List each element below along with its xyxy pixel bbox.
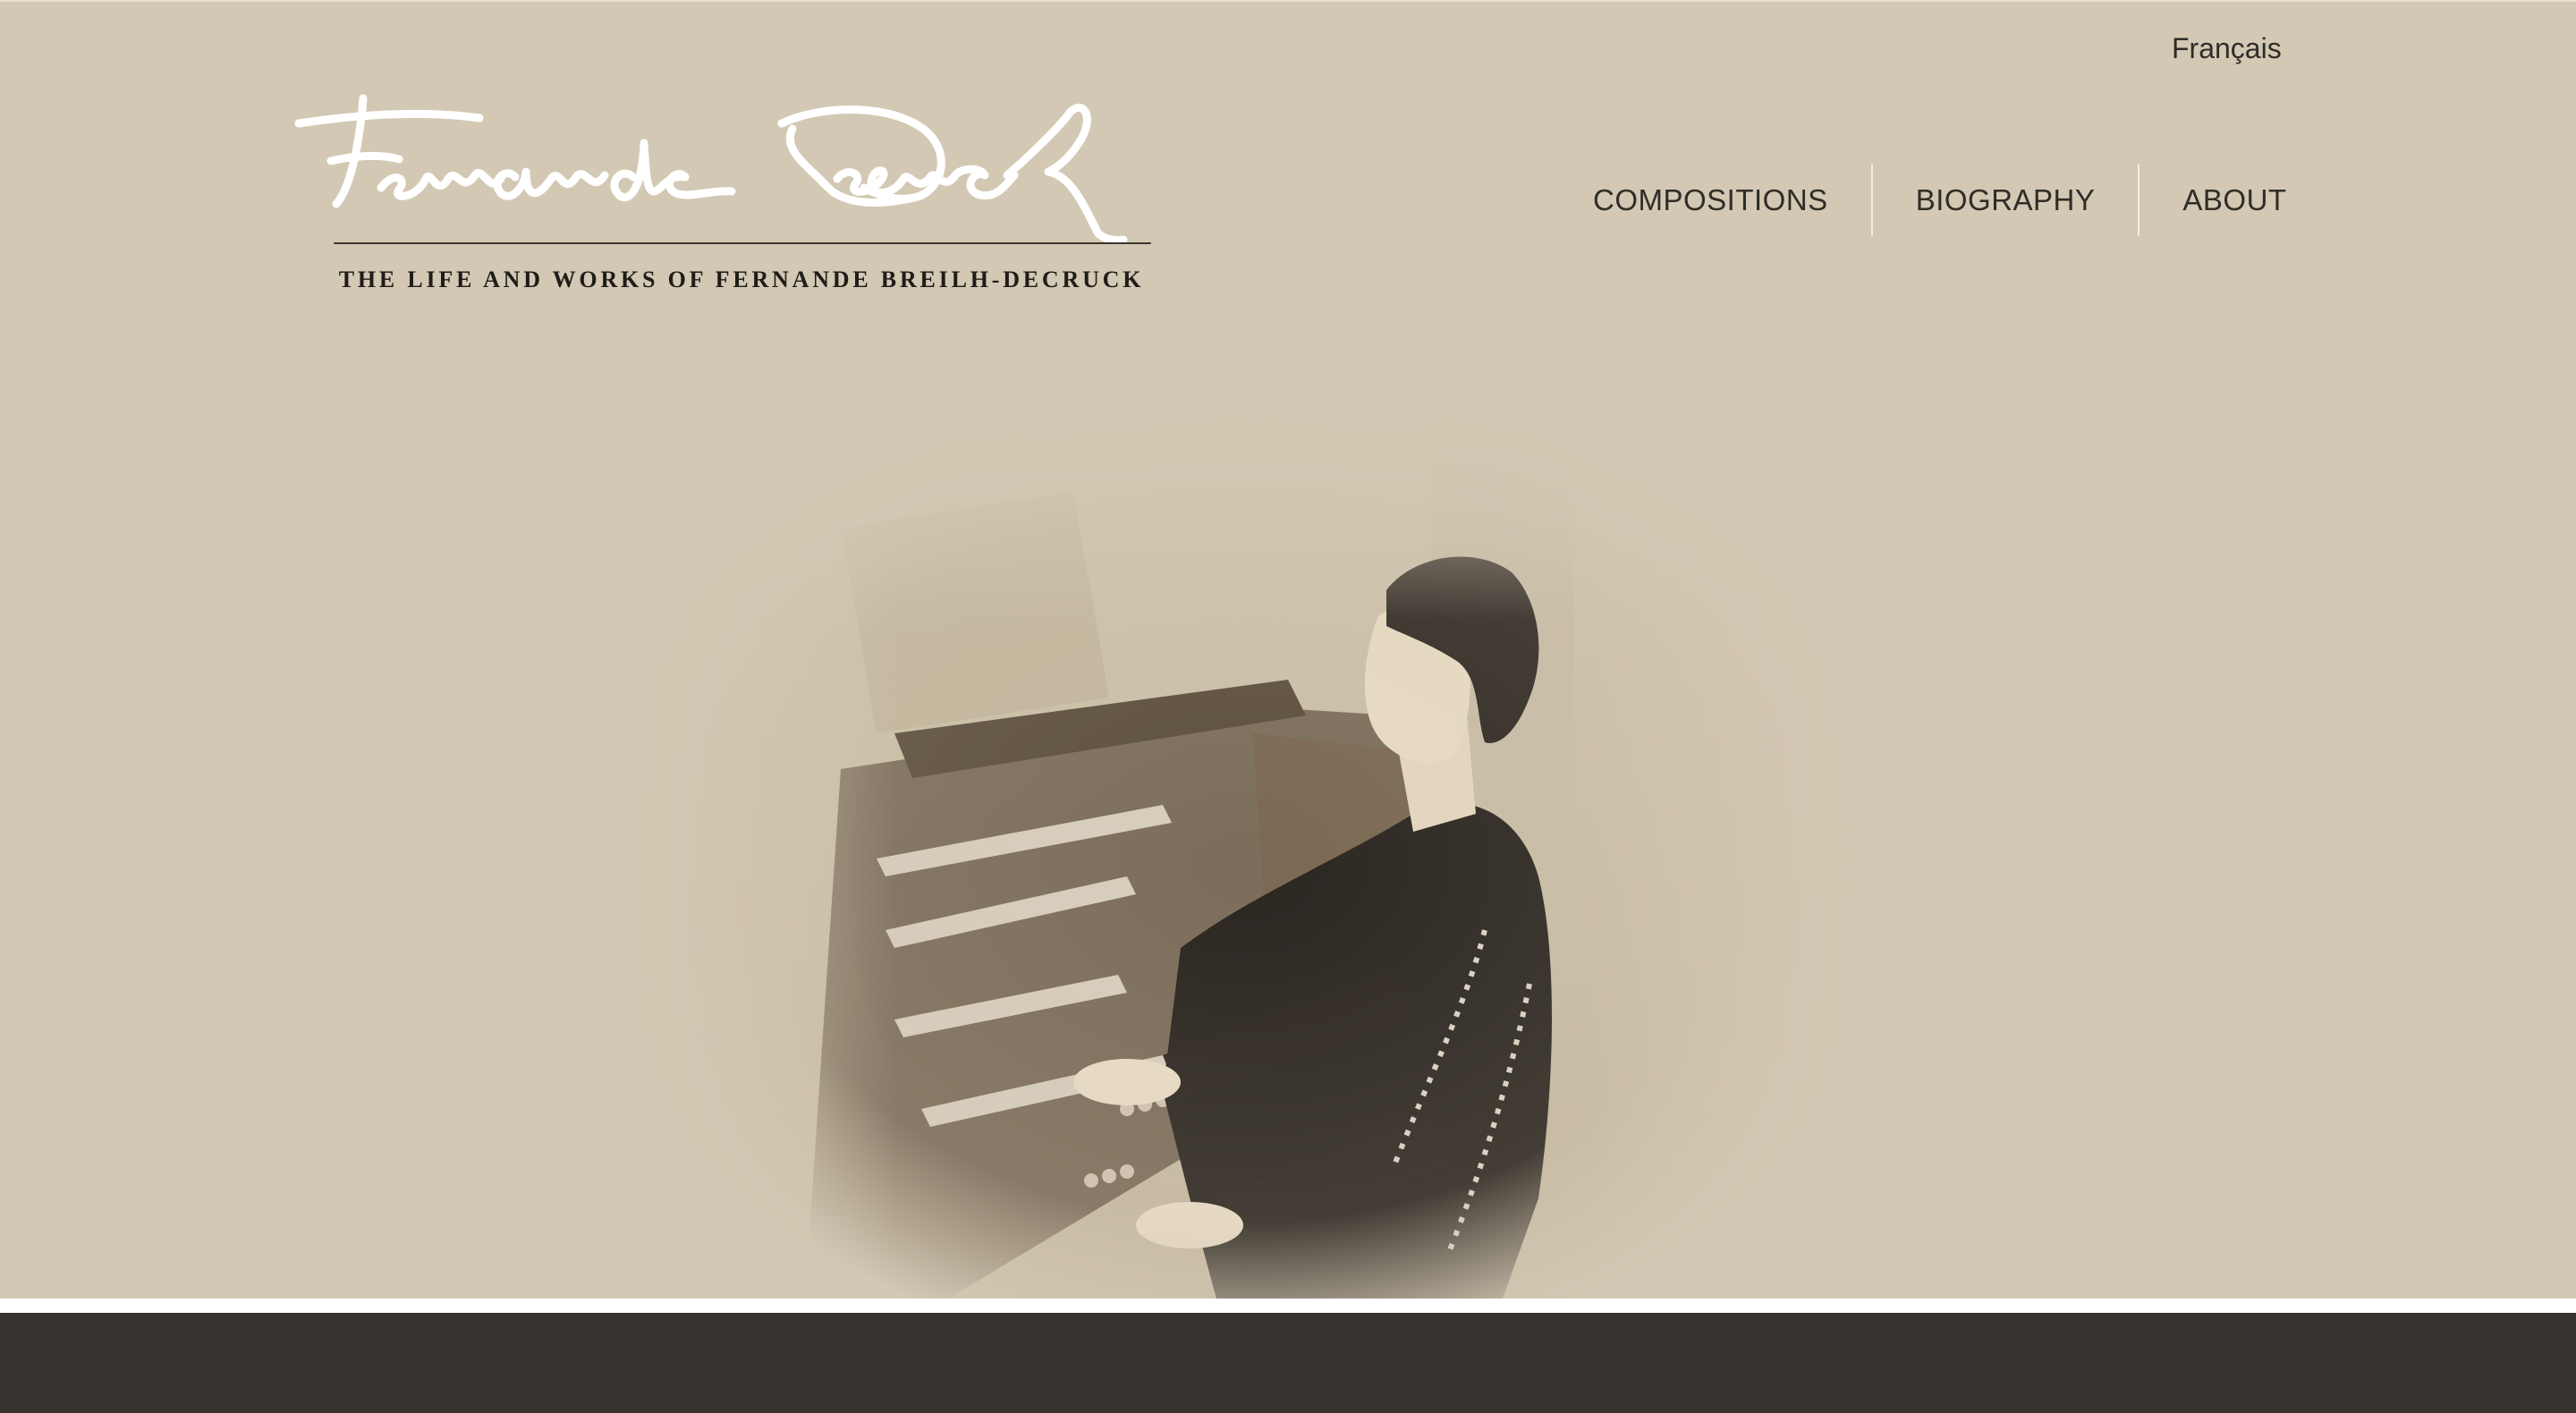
site-footer (0, 1313, 2576, 1413)
language-switch-link[interactable]: Français (2172, 32, 2282, 65)
nav-item-compositions[interactable]: COMPOSITIONS (1550, 165, 1871, 236)
signature-logo (294, 94, 1151, 244)
top-border (0, 0, 2576, 2)
footer-divider (0, 1299, 2576, 1313)
main-nav: COMPOSITIONS BIOGRAPHY ABOUT (1550, 165, 2330, 236)
nav-item-biography[interactable]: BIOGRAPHY (1873, 165, 2139, 236)
nav-item-about[interactable]: ABOUT (2140, 165, 2329, 236)
hero-photo-organist (626, 393, 1860, 1299)
site-tagline: THE LIFE AND WORKS OF FERNANDE BREILH-DE… (338, 267, 1145, 292)
site-logo[interactable]: THE LIFE AND WORKS OF FERNANDE BREILH-DE… (292, 89, 1195, 304)
